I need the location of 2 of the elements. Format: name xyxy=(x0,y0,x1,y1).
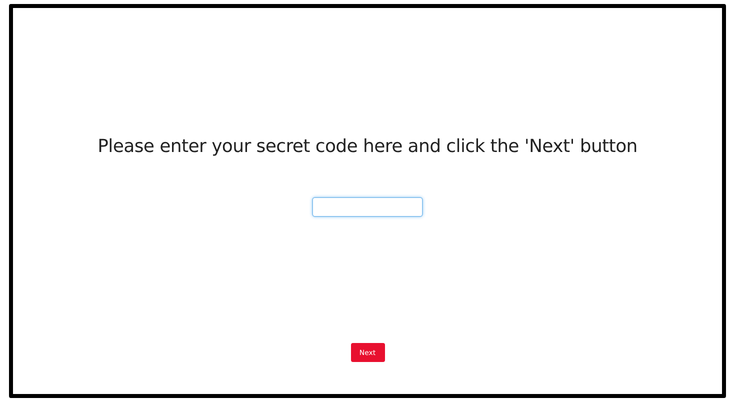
instruction-text: Please enter your secret code here and click the 'Next' button xyxy=(98,136,638,157)
code-input-field[interactable] xyxy=(312,197,423,217)
